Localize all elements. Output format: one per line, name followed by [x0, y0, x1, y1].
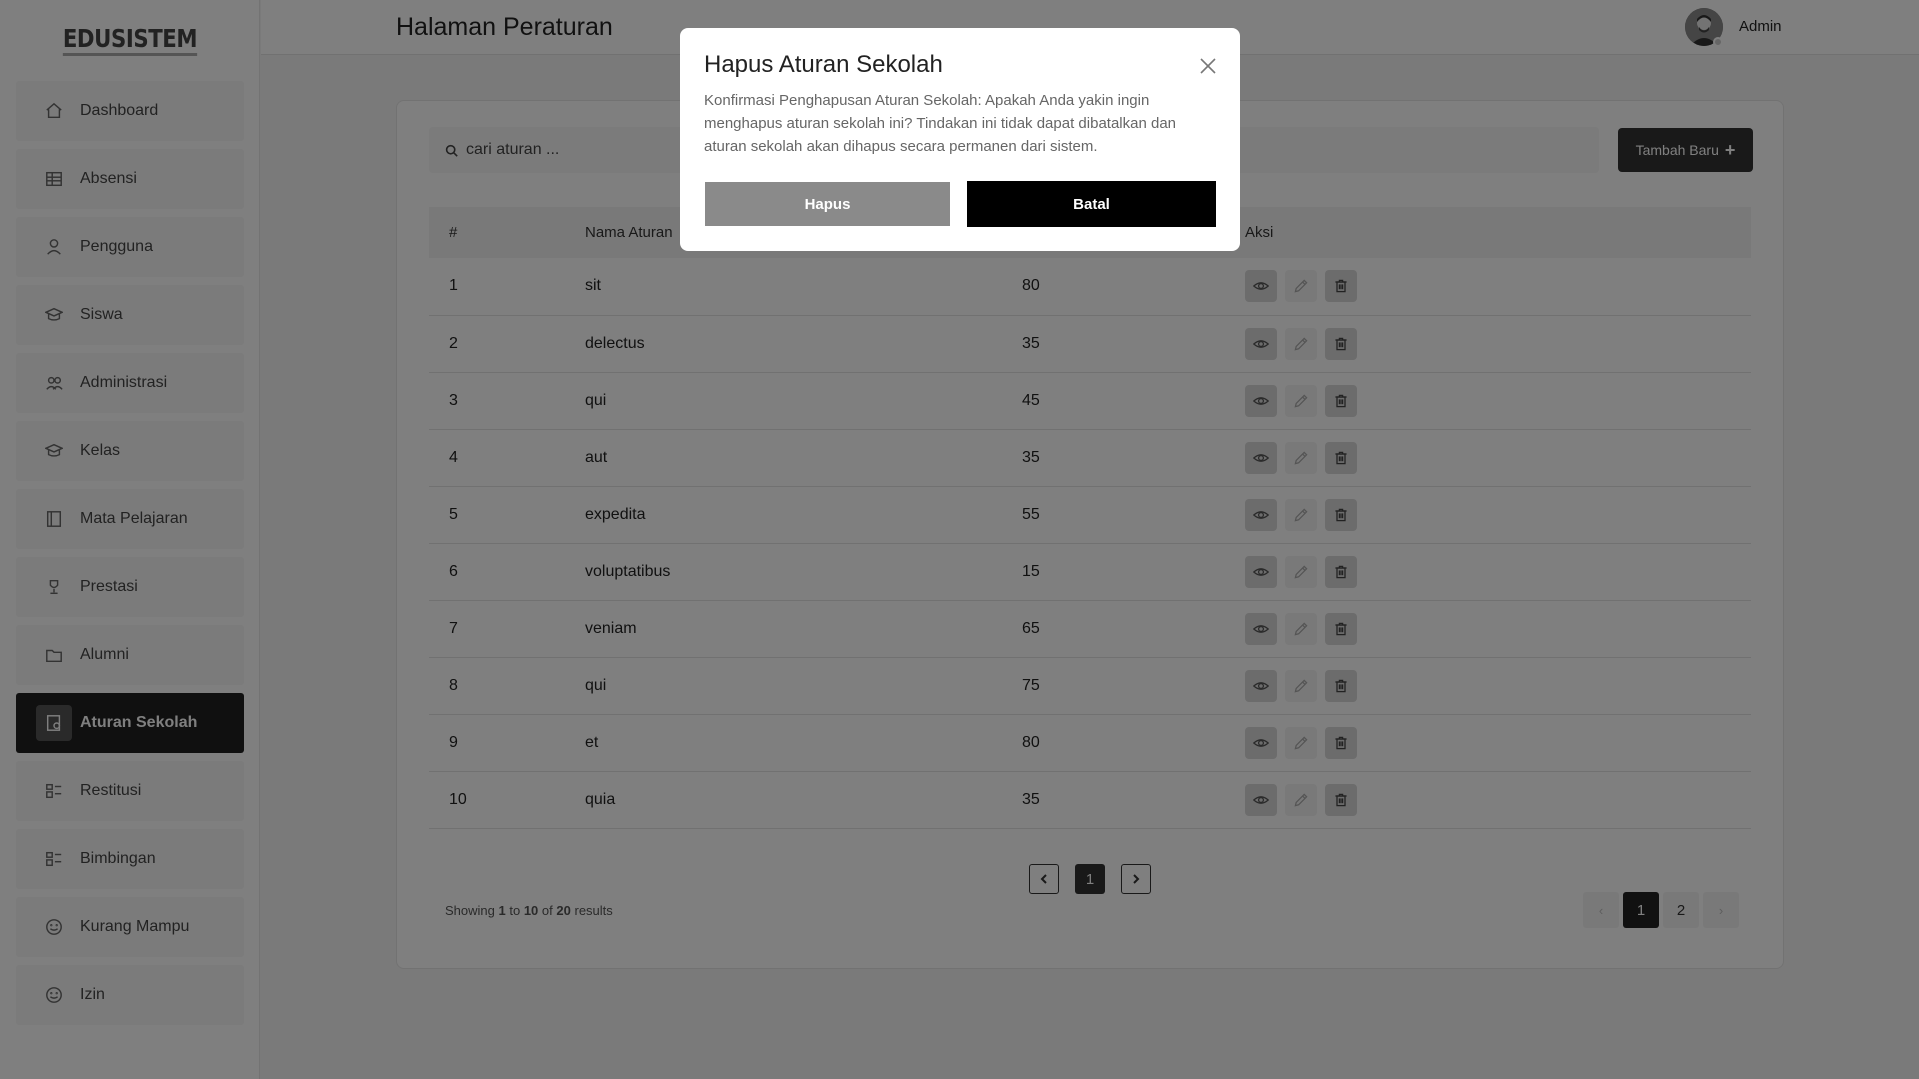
delete-confirm-modal: Hapus Aturan Sekolah Konfirmasi Penghapu… — [680, 28, 1240, 251]
cancel-button[interactable]: Batal — [967, 181, 1216, 227]
confirm-delete-button[interactable]: Hapus — [704, 181, 951, 227]
modal-title: Hapus Aturan Sekolah — [704, 51, 943, 78]
modal-actions: Hapus Batal — [704, 181, 1216, 227]
modal-message: Konfirmasi Penghapusan Aturan Sekolah: A… — [704, 92, 1177, 155]
close-icon[interactable] — [1198, 56, 1222, 80]
